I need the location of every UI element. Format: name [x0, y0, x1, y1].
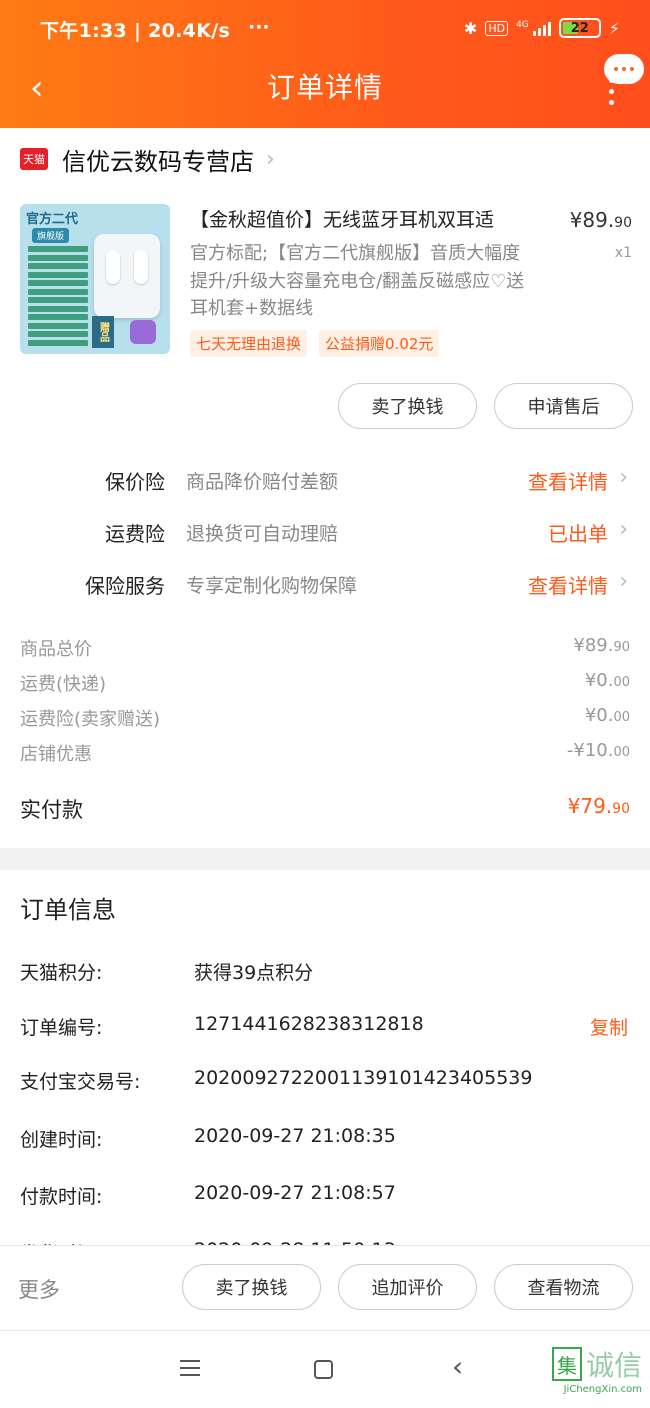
bluetooth-icon: ✱	[463, 18, 478, 38]
home-icon[interactable]	[314, 1360, 333, 1379]
total-amount: ¥79.90	[567, 794, 630, 818]
chevron-right-icon: ›	[619, 517, 628, 542]
insurance-label: 保价险	[105, 470, 165, 494]
insurance-action[interactable]: 查看详情	[528, 570, 608, 599]
shop-header[interactable]: 天猫 信优云数码专营店 ›	[20, 142, 275, 176]
total-label: 实付款	[20, 798, 83, 822]
product-price: ¥89.90	[569, 208, 632, 232]
more-button[interactable]: 更多	[18, 1274, 60, 1304]
fee-row: 店铺优惠 -¥10.00	[20, 740, 630, 765]
order-info-title: 订单信息	[20, 896, 116, 924]
info-row-paid-time: 付款时间: 2020-09-27 21:08:57	[20, 1182, 396, 1208]
product-spec: 官方标配;【官方二代旗舰版】音质大幅度提升/升级大容量充电仓/翻盖反磁感应♡送耳…	[190, 243, 525, 319]
thumb-label-1: 官方二代	[26, 212, 79, 227]
chevron-right-icon: ›	[266, 146, 275, 172]
insurance-label: 保险服务	[85, 574, 165, 598]
tag-charity: 公益捐赠0.02元	[319, 330, 440, 357]
battery-level: 22	[570, 20, 589, 36]
add-review-button[interactable]: 追加评价	[338, 1264, 477, 1310]
fee-row: 运费(快递) ¥0.00	[20, 670, 630, 695]
info-row-order-number: 订单编号: 1271441628238312818 复制	[20, 1013, 628, 1040]
insurance-action[interactable]: 查看详情	[528, 466, 608, 495]
insurance-desc: 退换货可自动理赔	[186, 523, 339, 545]
product-title[interactable]: 【金秋超值价】无线蓝牙耳机双耳适	[190, 205, 540, 232]
product-quantity: x1	[614, 245, 632, 261]
hd-icon: HD	[485, 20, 509, 36]
more-menu-icon[interactable]	[609, 78, 614, 105]
header-bar: 下午1:33 | 20.4K/s ··· ✱ HD 4G 22 ⚡ ‹ 订单详情	[0, 0, 650, 128]
menu-icon[interactable]	[180, 1360, 200, 1381]
status-time-speed: 下午1:33 | 20.4K/s	[40, 20, 231, 42]
total-paid-row: 实付款 ¥79.90	[0, 790, 650, 830]
insurance-row-price-protection[interactable]: 保价险 商品降价赔付差额 查看详情 ›	[0, 460, 650, 500]
insurance-row-shipping[interactable]: 运费险 退换货可自动理赔 已出单 ›	[0, 512, 650, 552]
insurance-action[interactable]: 已出单	[548, 518, 608, 547]
info-row-points: 天猫积分: 获得39点积分	[20, 962, 314, 984]
watermark-logo: 集 诚信	[551, 1344, 642, 1384]
status-dots: ···	[248, 16, 270, 38]
signal-icon: 4G	[516, 20, 551, 36]
insurance-desc: 商品降价赔付差额	[186, 471, 339, 493]
watermark-url: JiChengXin.com	[563, 1384, 642, 1395]
gift-label: 赠品	[92, 316, 114, 348]
back-icon[interactable]: ‹	[452, 1350, 463, 1383]
thumb-label-2: 旗舰版	[32, 228, 70, 243]
case-cover-icon	[130, 320, 156, 344]
battery-icon: 22	[558, 18, 601, 38]
section-divider	[0, 848, 650, 870]
sell-for-cash-button[interactable]: 卖了换钱	[182, 1264, 321, 1310]
insurance-desc: 专享定制化购物保障	[186, 575, 358, 597]
sell-for-cash-button[interactable]: 卖了换钱	[338, 383, 477, 429]
bottom-action-bar: 更多 卖了换钱 追加评价 查看物流	[0, 1245, 650, 1331]
tmall-logo-icon: 天猫	[20, 148, 48, 170]
fee-row: 运费险(卖家赠送) ¥0.00	[20, 705, 630, 730]
info-row-created-time: 创建时间: 2020-09-27 21:08:35	[20, 1125, 396, 1151]
chevron-right-icon: ›	[619, 569, 628, 594]
copy-button[interactable]: 复制	[590, 1013, 628, 1040]
charging-icon: ⚡	[608, 18, 620, 38]
insurance-label: 运费险	[105, 522, 165, 546]
system-navigation-bar: ‹ 集 诚信 JiChengXin.com	[0, 1332, 650, 1408]
info-row-alipay-number: 支付宝交易号: 2020092722001139101423405539	[20, 1067, 533, 1093]
service-tags: 七天无理由退换 公益捐赠0.02元	[190, 330, 440, 357]
fee-row: 商品总价 ¥89.90	[20, 635, 630, 660]
network-label: 4G	[516, 20, 529, 30]
page-title: 订单详情	[266, 71, 383, 104]
shop-name[interactable]: 信优云数码专营店	[62, 142, 254, 177]
view-logistics-button[interactable]: 查看物流	[494, 1264, 633, 1310]
tag-return: 七天无理由退换	[190, 330, 308, 357]
status-icons: ✱ HD 4G 22 ⚡	[464, 18, 620, 38]
earbud-case-icon	[94, 234, 160, 318]
insurance-row-service[interactable]: 保险服务 专享定制化购物保障 查看详情 ›	[0, 564, 650, 604]
product-image[interactable]: 官方二代 旗舰版 赠品	[20, 204, 170, 354]
chevron-right-icon: ›	[619, 465, 628, 490]
apply-after-sale-button[interactable]: 申请售后	[494, 383, 633, 429]
